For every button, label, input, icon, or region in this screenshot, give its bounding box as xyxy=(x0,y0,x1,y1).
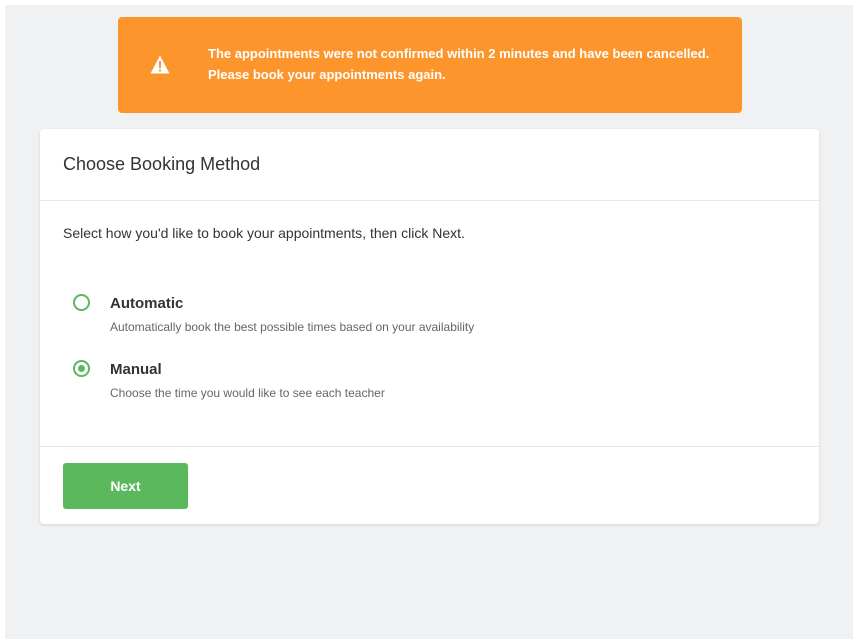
option-label: Manual xyxy=(110,361,162,378)
radio-selected-dot xyxy=(78,365,85,372)
next-button[interactable]: Next xyxy=(63,463,188,509)
instructions-text: Select how you'd like to book your appoi… xyxy=(63,225,465,241)
option-label: Automatic xyxy=(110,295,184,312)
card-footer: Next xyxy=(40,446,819,525)
option-manual[interactable]: Manual Choose the time you would like to… xyxy=(63,358,663,404)
card-header: Choose Booking Method xyxy=(40,129,819,201)
card-title: Choose Booking Method xyxy=(63,154,261,174)
option-description: Choose the time you would like to see ea… xyxy=(110,386,385,400)
option-automatic[interactable]: Automatic Automatically book the best po… xyxy=(63,292,663,338)
manual-radio[interactable] xyxy=(73,360,90,377)
option-description: Automatically book the best possible tim… xyxy=(110,320,475,334)
warning-alert: The appointments were not confirmed with… xyxy=(118,17,742,113)
booking-method-card: Choose Booking Method Select how you'd l… xyxy=(40,129,819,524)
warning-icon xyxy=(150,55,170,74)
automatic-radio[interactable] xyxy=(73,294,90,311)
alert-message: The appointments were not confirmed with… xyxy=(208,46,710,82)
